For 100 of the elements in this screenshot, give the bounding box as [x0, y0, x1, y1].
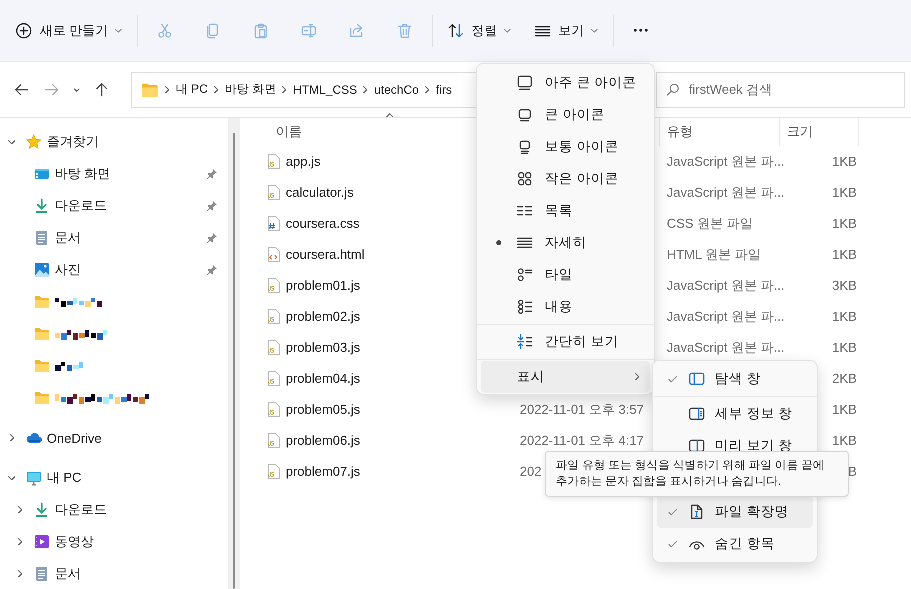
forward-arrow-icon [44, 82, 60, 98]
scissors-icon [156, 22, 173, 38]
file-type: JavaScript 원본 파... [667, 184, 785, 200]
trash-icon [396, 22, 413, 38]
desktop-icon [34, 166, 50, 182]
column-header[interactable]: 유형 [667, 123, 693, 141]
file-type: JavaScript 원본 파... [667, 340, 785, 354]
file-name[interactable]: problem02.js [286, 309, 360, 324]
menu-item[interactable]: 세부 정보 창 [657, 398, 813, 430]
js-file-icon [266, 432, 282, 448]
scrollbar[interactable] [228, 118, 240, 589]
download-icon [34, 502, 50, 518]
folder-icon [34, 358, 50, 374]
file-type: CSS 원본 파일 [667, 216, 753, 230]
column-header[interactable]: 크기 [787, 123, 813, 141]
menu-item[interactable]: 내용 [481, 291, 650, 323]
file-size: 1KB [832, 340, 857, 355]
file-size: 1KB [832, 433, 857, 448]
sidebar-item[interactable]: 즐겨찾기 [0, 126, 228, 158]
search-field[interactable]: firstWeek 검색 [656, 72, 905, 108]
js-file-icon [266, 464, 282, 480]
sidebar-item[interactable]: 사진 [0, 254, 228, 286]
breadcrumb-item[interactable]: 바탕 화면 [225, 81, 276, 98]
menu-item[interactable]: 파일 확장명 [657, 496, 813, 528]
sidebar-item[interactable]: 바탕 화면 [0, 158, 228, 190]
file-name[interactable]: coursera.html [286, 247, 365, 262]
folder-icon [34, 326, 50, 342]
chevron-right-icon [282, 86, 288, 94]
document-icon [34, 566, 50, 582]
chevron-right-icon [425, 86, 430, 94]
menu-item[interactable]: 간단히 보기 [481, 326, 650, 358]
breadcrumb-item[interactable]: firs [436, 82, 452, 96]
menu-item[interactable]: 자세히 [481, 227, 650, 259]
star-icon [26, 134, 42, 150]
js-file-icon [266, 154, 282, 170]
menu-item[interactable]: 목록 [481, 195, 650, 227]
content-icon [517, 299, 533, 315]
file-name[interactable]: coursera.css [286, 216, 360, 231]
file-size: B [848, 464, 857, 479]
file-size: 1KB [832, 154, 857, 169]
file-type: JavaScript 원본 파... [667, 308, 785, 324]
menu-item[interactable]: 표시 [481, 361, 650, 393]
js-file-icon [266, 402, 282, 418]
picture-icon [34, 262, 50, 278]
sidebar-item[interactable]: 문서 [0, 558, 228, 589]
chevron-right-icon [214, 86, 220, 94]
menu-item[interactable]: 탐색 창 [657, 363, 813, 395]
menu-item[interactable]: 숨긴 항목 [657, 528, 813, 560]
menu-item[interactable]: 보통 아이콘 [481, 131, 650, 163]
download-icon [34, 198, 50, 214]
file-size: 1KB [832, 247, 857, 262]
sort-icon [448, 22, 464, 38]
sort-button[interactable]: 정렬 [442, 14, 517, 48]
folder-icon [34, 294, 50, 310]
column-header[interactable]: 이름 [276, 123, 302, 141]
file-type: JavaScript 원본 파... [667, 154, 785, 168]
file-name[interactable]: problem05.js [286, 402, 360, 417]
breadcrumb-item[interactable]: utechCo [374, 82, 420, 96]
file-name[interactable]: problem01.js [286, 278, 360, 293]
up-arrow-icon [94, 82, 110, 98]
menu-item[interactable]: 타일 [481, 259, 650, 291]
share-icon [348, 22, 365, 38]
folder-icon [34, 390, 50, 406]
breadcrumb-item[interactable]: HTML_CSS [293, 82, 358, 96]
file-name[interactable]: problem07.js [286, 464, 360, 479]
sidebar-item[interactable]: OneDrive [0, 422, 228, 454]
clipboard-icon [252, 22, 269, 38]
document-icon [34, 230, 50, 246]
film-icon [34, 534, 50, 550]
file-size: 1KB [832, 402, 857, 417]
sidebar-item[interactable]: 내 PC [0, 462, 228, 494]
monitor-outline-icon [517, 107, 533, 123]
breadcrumb-item[interactable]: 내 PC [176, 81, 208, 98]
sidebar-item[interactable]: 다운로드 [0, 190, 228, 222]
pane-icon [689, 406, 705, 422]
search-icon [666, 82, 680, 96]
file-name[interactable]: problem04.js [286, 371, 360, 386]
file-name[interactable]: app.js [286, 154, 321, 169]
tiles-icon [517, 267, 533, 283]
chevron-right-icon [635, 373, 640, 381]
file-size: 2KB [832, 371, 857, 386]
new-button[interactable]: 새로 만들기 [10, 14, 128, 48]
pane-icon [689, 371, 705, 387]
sidebar-item[interactable]: 다운로드 [0, 494, 228, 526]
file-type: JavaScript 원본 파... [667, 278, 785, 292]
date-modified: 202 [520, 464, 542, 479]
file-name[interactable]: problem03.js [286, 340, 360, 355]
file-name[interactable]: calculator.js [286, 185, 354, 200]
sidebar-item[interactable]: 문서 [0, 222, 228, 254]
menu-item[interactable]: 작은 아이콘 [481, 163, 650, 195]
sidebar-item[interactable]: 동영상 [0, 526, 228, 558]
file-name[interactable]: problem06.js [286, 433, 360, 448]
tooltip: 파일 유형 또는 형식을 식별하기 위해 파일 이름 끝에 추가하는 문자 집합을 표시하거나 숨깁니다. [545, 451, 849, 497]
file-size: 1KB [832, 216, 857, 231]
js-file-icon [266, 370, 282, 386]
js-file-icon [266, 340, 282, 356]
rename-icon [300, 22, 317, 38]
monitor-outline-icon [517, 75, 533, 91]
js-file-icon [266, 278, 282, 294]
view-button[interactable]: 보기 [528, 14, 604, 48]
